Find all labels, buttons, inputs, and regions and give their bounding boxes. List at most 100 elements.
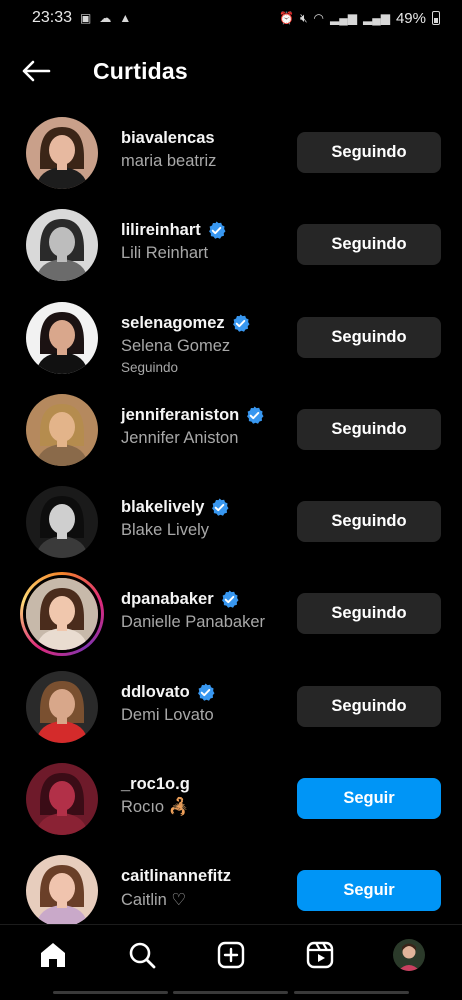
back-button[interactable]	[21, 59, 51, 83]
search-icon	[129, 942, 156, 968]
nav-profile[interactable]	[386, 932, 432, 978]
avatar	[26, 209, 98, 282]
full-name: Danielle Panabaker	[121, 613, 266, 632]
follow-button[interactable]: Seguir	[297, 870, 441, 912]
gesture-segment	[294, 990, 410, 994]
user-info: jenniferaniston Jennifer Aniston	[121, 406, 291, 448]
username[interactable]: jenniferaniston	[121, 406, 239, 425]
alarm-icon: ⏰	[279, 11, 294, 25]
avatar-frame[interactable]	[26, 486, 98, 559]
avatar-frame[interactable]	[26, 670, 98, 743]
avatar-frame[interactable]	[26, 209, 98, 282]
avatar	[23, 575, 101, 654]
verified-badge-icon	[197, 683, 215, 701]
avatar	[26, 301, 98, 374]
list-item[interactable]: blakelively Blake Lively Seguindo	[0, 476, 462, 568]
likes-list: biavalencas maria beatriz Seguindo lilir…	[0, 107, 462, 938]
following-button[interactable]: Seguindo	[297, 593, 441, 635]
carrier-icon: ▲	[119, 11, 132, 25]
status-bar: 23:33 ▣ ☁ ▲ ⏰ 🔇︎ ◠ ▂▄▆ ▂▄▆ 49%	[0, 0, 462, 36]
status-time: 23:33	[32, 9, 73, 26]
avatar-frame[interactable]	[26, 117, 98, 189]
following-button[interactable]: Seguindo	[297, 224, 441, 266]
mutual-follow-label: Seguindo	[121, 359, 179, 375]
list-item[interactable]: lilireinhart Lili Reinhart Seguindo	[0, 199, 462, 291]
following-button[interactable]: Seguindo	[297, 316, 441, 358]
verified-badge-icon	[232, 314, 250, 332]
user-info: _roc1o.g Rocıo 🦂	[121, 775, 291, 817]
nav-search[interactable]	[119, 932, 165, 978]
username-line: biavalencas	[121, 129, 291, 148]
follow-button[interactable]: Seguir	[297, 778, 441, 820]
bottom-nav	[0, 924, 462, 984]
signal-icon: ▂▄▆	[330, 11, 357, 25]
battery-icon	[432, 11, 440, 25]
full-name: Jennifer Aniston	[121, 428, 239, 447]
back-arrow-icon	[22, 60, 51, 82]
username[interactable]: selenagomez	[121, 314, 225, 333]
full-name: Selena Gomez	[121, 336, 231, 355]
battery-percent: 49%	[395, 9, 426, 27]
verified-badge-icon	[247, 406, 264, 424]
username[interactable]: lilireinhart	[121, 221, 201, 240]
story-ring[interactable]	[20, 572, 104, 657]
username[interactable]: caitlinannefitz	[121, 867, 231, 886]
username-line: caitlinannefitz	[121, 867, 291, 886]
full-name: Blake Lively	[121, 521, 210, 540]
username[interactable]: dpanabaker	[121, 590, 214, 609]
list-item[interactable]: _roc1o.g Rocıo 🦂 Seguir	[0, 753, 462, 845]
user-info: ddlovato Demi Lovato	[121, 683, 291, 725]
username-line: lilireinhart	[121, 221, 291, 240]
cloud-icon: ☁	[99, 11, 112, 25]
user-info: selenagomez Selena Gomez Seguindo	[121, 314, 291, 375]
mute-icon: 🔇︎	[299, 10, 308, 25]
nav-reels[interactable]	[297, 932, 343, 978]
following-button[interactable]: Seguindo	[297, 685, 441, 727]
full-name: maria beatriz	[121, 152, 217, 170]
list-item[interactable]: ddlovato Demi Lovato Seguindo	[0, 661, 462, 753]
avatar-frame[interactable]	[26, 855, 98, 928]
list-item[interactable]: biavalencas maria beatriz Seguindo	[0, 107, 462, 199]
user-info: biavalencas maria beatriz	[121, 129, 291, 171]
following-button[interactable]: Seguindo	[297, 408, 441, 450]
user-info: dpanabaker Danielle Panabaker	[121, 590, 291, 632]
list-item[interactable]: dpanabaker Danielle Panabaker Seguindo	[0, 568, 462, 660]
avatar-frame[interactable]	[26, 393, 98, 466]
home-icon	[40, 942, 65, 967]
username[interactable]: ddlovato	[121, 683, 190, 702]
verified-badge-icon	[212, 498, 229, 516]
reels-icon	[306, 941, 334, 968]
full-name: Demi Lovato	[121, 705, 214, 724]
list-item[interactable]: jenniferaniston Jennifer Aniston Seguind…	[0, 384, 462, 476]
username-line: dpanabaker	[121, 590, 291, 609]
nav-home[interactable]	[30, 932, 76, 978]
user-info: blakelively Blake Lively	[121, 498, 291, 540]
wifi-icon: ◠	[313, 11, 325, 25]
username-line: ddlovato	[121, 683, 291, 702]
avatar	[26, 763, 98, 836]
new-post-icon	[217, 941, 245, 968]
username[interactable]: blakelively	[121, 498, 204, 517]
list-item[interactable]: selenagomez Selena Gomez Seguindo Seguin…	[0, 292, 462, 384]
username[interactable]: biavalencas	[121, 129, 215, 148]
page-title: Curtidas	[93, 57, 188, 84]
avatar	[26, 393, 98, 466]
following-button[interactable]: Seguindo	[297, 132, 441, 173]
avatar-frame[interactable]	[26, 301, 98, 374]
username-line: jenniferaniston	[121, 406, 291, 425]
avatar	[26, 670, 98, 743]
user-info: lilireinhart Lili Reinhart	[121, 221, 291, 263]
username[interactable]: _roc1o.g	[121, 775, 190, 794]
gesture-segment	[173, 990, 289, 994]
nav-new-post[interactable]	[208, 932, 254, 978]
gallery-icon: ▣	[80, 11, 92, 25]
following-button[interactable]: Seguindo	[297, 501, 441, 543]
status-right: ⏰ 🔇︎ ◠ ▂▄▆ ▂▄▆ 49%	[279, 10, 440, 27]
avatar	[26, 486, 98, 559]
avatar	[26, 855, 98, 928]
avatar	[26, 117, 98, 189]
verified-badge-icon	[221, 590, 239, 609]
profile-avatar	[393, 938, 426, 971]
username-line: _roc1o.g	[121, 775, 291, 794]
avatar-frame[interactable]	[26, 763, 98, 836]
